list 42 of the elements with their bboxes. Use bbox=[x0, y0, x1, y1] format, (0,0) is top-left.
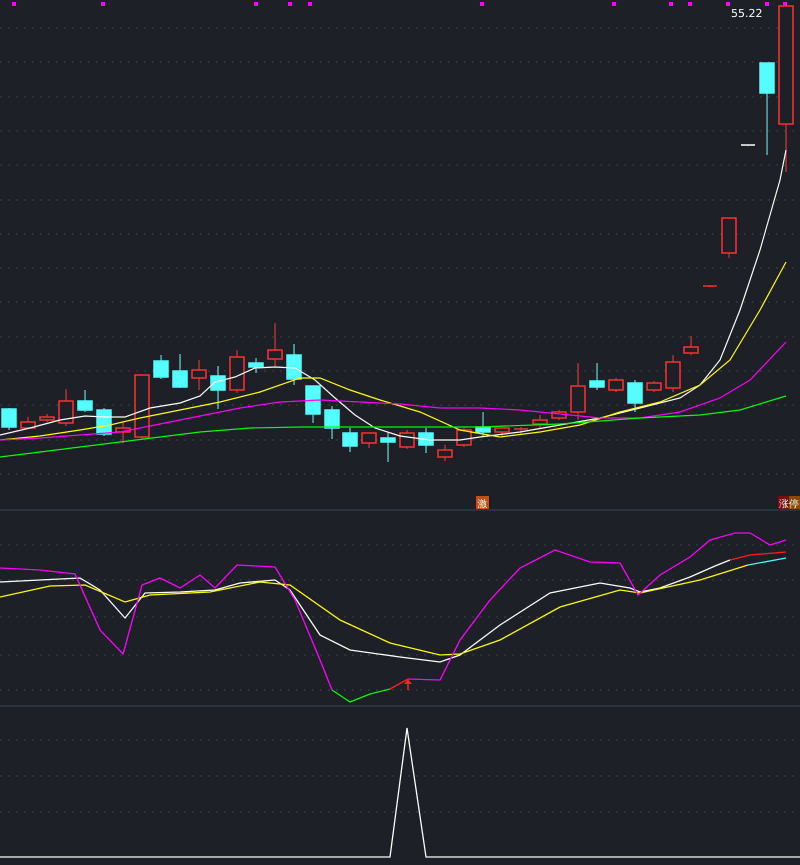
candlestick bbox=[286, 344, 302, 386]
candlestick bbox=[494, 426, 510, 436]
candlestick bbox=[741, 144, 755, 146]
candlestick bbox=[39, 414, 55, 422]
candlestick bbox=[646, 380, 662, 392]
candlestick bbox=[437, 444, 453, 462]
signal-tag: 激 bbox=[476, 496, 489, 510]
candlestick bbox=[134, 374, 150, 440]
candlestick bbox=[20, 416, 36, 430]
candlestick bbox=[361, 432, 377, 448]
up-arrow-icon bbox=[404, 679, 412, 690]
candlestick bbox=[399, 430, 415, 450]
high-price-label: 55.22 bbox=[731, 7, 762, 20]
candlestick bbox=[551, 410, 567, 420]
candlestick bbox=[342, 428, 358, 452]
candlestick bbox=[608, 378, 624, 392]
candlestick bbox=[58, 388, 74, 426]
candlestick bbox=[1, 408, 17, 430]
candlestick bbox=[172, 354, 188, 388]
candlestick bbox=[721, 217, 737, 258]
candlestick bbox=[153, 354, 169, 380]
candlestick bbox=[115, 422, 131, 444]
candlestick bbox=[627, 380, 643, 412]
candlestick bbox=[703, 285, 717, 288]
candlestick bbox=[210, 366, 226, 410]
candlestick bbox=[324, 406, 340, 440]
candlestick bbox=[665, 354, 681, 392]
candlestick bbox=[589, 362, 605, 390]
candlestick bbox=[248, 358, 264, 374]
candlestick bbox=[229, 350, 245, 394]
candlestick bbox=[475, 412, 491, 438]
candlestick bbox=[191, 360, 207, 390]
candlestick bbox=[532, 414, 548, 428]
candlestick bbox=[570, 362, 586, 420]
candlestick bbox=[77, 390, 93, 412]
candlestick bbox=[267, 322, 283, 366]
candlestick bbox=[380, 432, 396, 462]
limit-up-tag: 涨停 bbox=[778, 496, 800, 510]
candlestick bbox=[514, 426, 528, 434]
candlestick bbox=[683, 336, 699, 356]
candlestick bbox=[418, 428, 434, 454]
candlestick bbox=[305, 385, 321, 424]
